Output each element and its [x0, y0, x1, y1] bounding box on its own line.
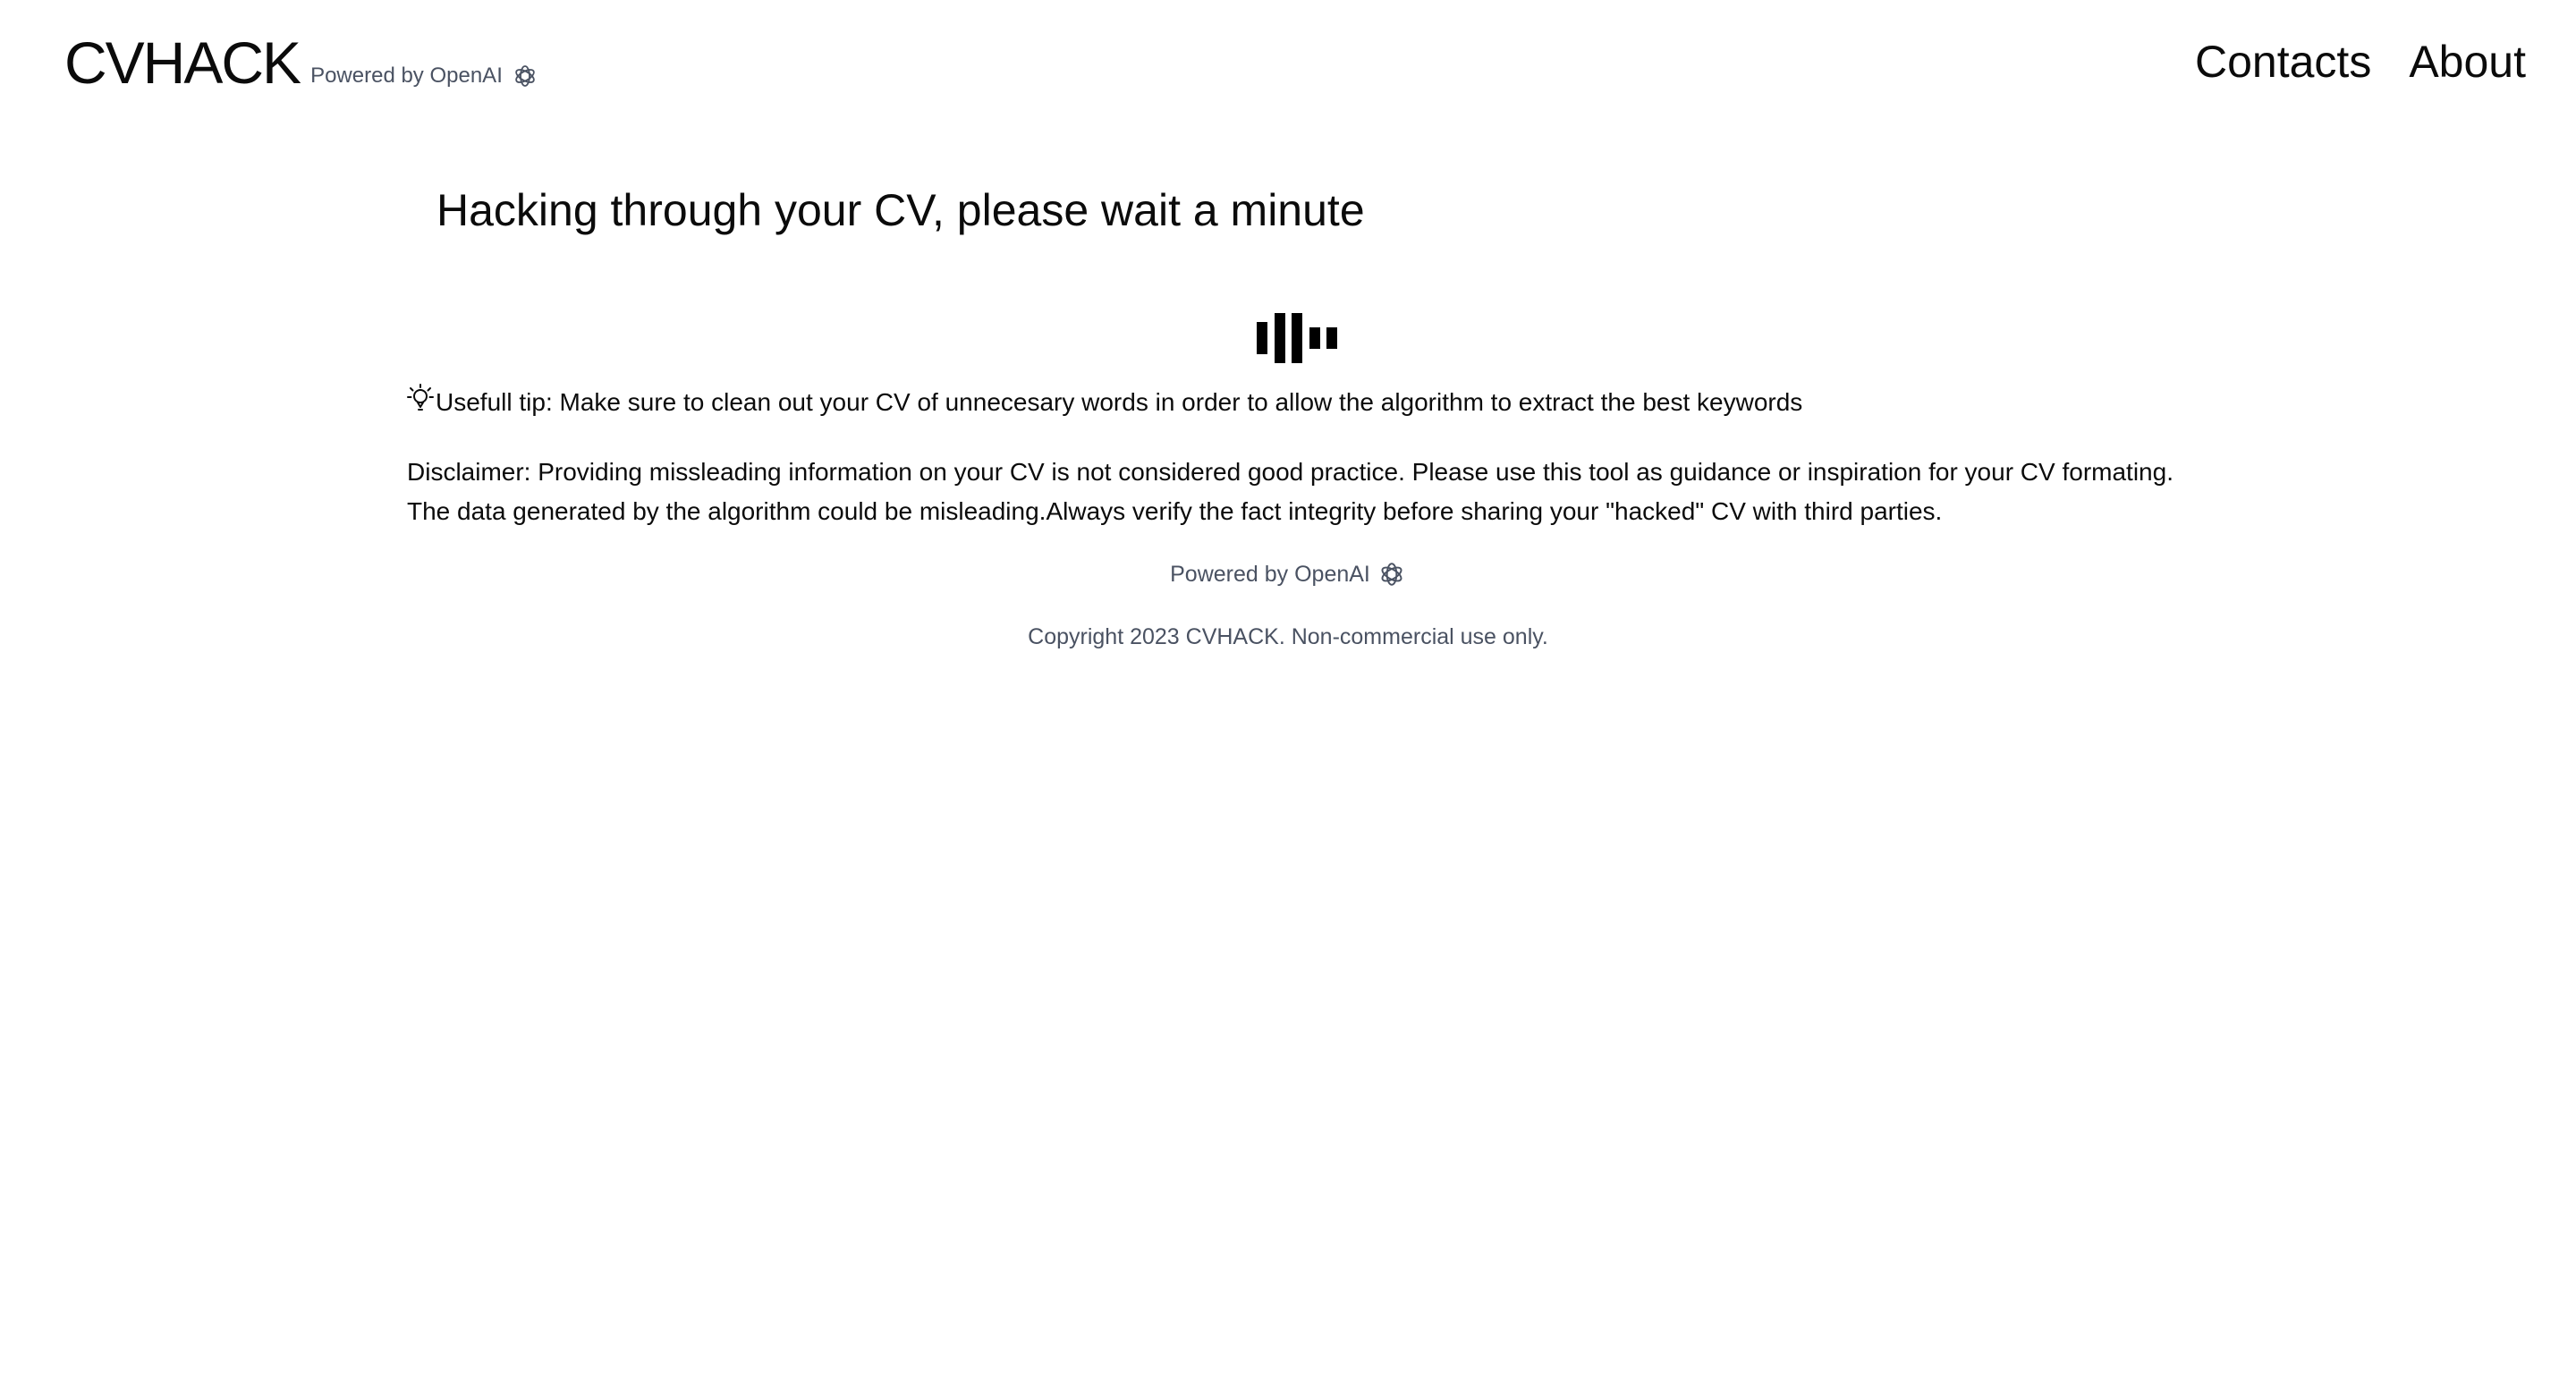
openai-logo-icon — [1381, 563, 1402, 586]
brand-logo-text[interactable]: CVHACK — [64, 25, 301, 100]
audio-bars-loader-icon — [1257, 313, 1337, 363]
disclaimer-text: Disclaimer: Providing missleading inform… — [407, 458, 2174, 525]
header-powered-by-label: Powered by OpenAI — [310, 64, 503, 88]
nav-link-contacts[interactable]: Contacts — [2195, 30, 2371, 93]
header-powered-by: Powered by OpenAI — [310, 63, 538, 89]
loader-bar — [1257, 322, 1267, 354]
copyright-text: Copyright 2023 CVHACK. Non-commercial us… — [1028, 624, 1548, 649]
tip-text: Usefull tip: Make sure to clean out your… — [436, 388, 1803, 416]
loader-bar — [1292, 313, 1302, 363]
openai-logo-icon — [515, 65, 535, 87]
page-title: Hacking through your CV, please wait a m… — [436, 185, 1365, 235]
loader-bar — [1274, 313, 1285, 363]
loader-bar — [1309, 327, 1320, 349]
footer-powered-by-label: Powered by OpenAI — [1170, 562, 1370, 587]
loader-bar — [1326, 327, 1337, 349]
brand: CVHACK Powered by OpenAI — [64, 25, 538, 100]
useful-tip: Usefull tip: Make sure to clean out your… — [407, 381, 1802, 424]
nav-link-about[interactable]: About — [2409, 30, 2526, 93]
top-nav: Contacts About — [2157, 30, 2526, 93]
site-header: CVHACK Powered by OpenAI Contacts About — [0, 0, 2576, 125]
footer-powered-by: Powered by OpenAI — [0, 556, 2576, 592]
lightbulb-icon — [407, 384, 434, 411]
